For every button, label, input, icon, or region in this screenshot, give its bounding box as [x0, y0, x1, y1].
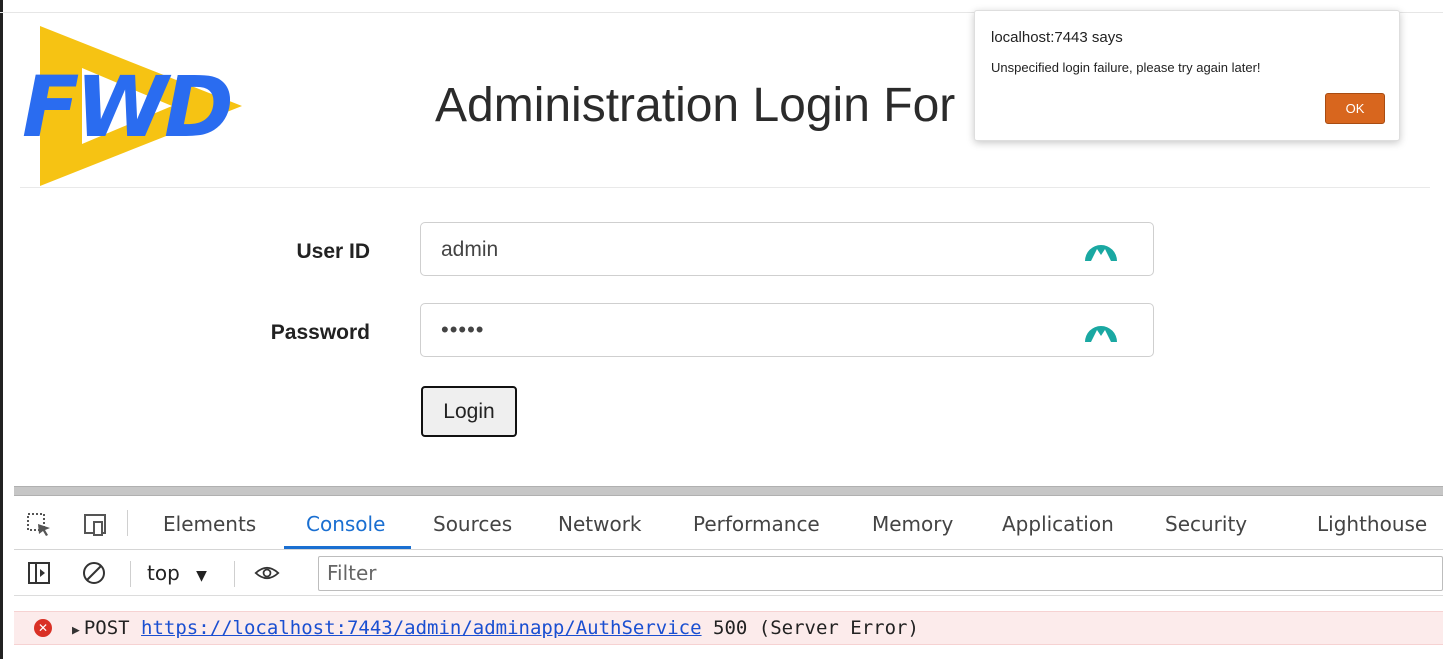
logo-text: FWD — [22, 58, 231, 156]
header-divider — [20, 187, 1430, 188]
dropdown-arrow-icon: ▼ — [196, 568, 207, 584]
toolbar-separator — [130, 561, 131, 587]
tab-application[interactable]: Application — [1002, 512, 1114, 536]
tab-performance[interactable]: Performance — [693, 512, 820, 536]
userid-field[interactable]: admin — [420, 222, 1154, 276]
expand-triangle-icon[interactable]: ▶ — [72, 623, 80, 638]
context-value: top — [147, 561, 180, 585]
console-filter-input[interactable]: Filter — [318, 556, 1443, 591]
page-title: Administration Login For — [435, 79, 956, 132]
fwd-logo: FWD — [22, 26, 242, 186]
context-selector[interactable]: top ▼ — [147, 561, 207, 585]
live-expression-eye-icon[interactable] — [254, 560, 280, 586]
alert-title: localhost:7443 says — [991, 29, 1123, 46]
console-error-row: ✕ ▶ POST https://localhost:7443/admin/adm… — [14, 611, 1443, 645]
userid-label: User ID — [296, 240, 370, 263]
error-message: ▶ POST https://localhost:7443/admin/admin… — [72, 617, 919, 639]
tab-elements[interactable]: Elements — [163, 512, 256, 536]
devtools-tabbar: Elements Console Sources Network Perform… — [14, 496, 1443, 550]
tab-separator — [127, 510, 128, 536]
tab-sources[interactable]: Sources — [433, 512, 512, 536]
tab-memory[interactable]: Memory — [872, 512, 953, 536]
error-icon: ✕ — [34, 619, 52, 637]
tab-console[interactable]: Console — [306, 512, 385, 536]
extension-mountain-icon[interactable] — [1085, 235, 1117, 263]
alert-message: Unspecified login failure, please try ag… — [991, 60, 1261, 75]
devtools-panel: Elements Console Sources Network Perform… — [14, 496, 1443, 659]
alert-dialog: localhost:7443 says Unspecified login fa… — [974, 10, 1400, 141]
tab-security[interactable]: Security — [1165, 512, 1247, 536]
clear-console-icon[interactable] — [81, 560, 107, 586]
window-left-border — [0, 0, 3, 659]
response-status: 500 (Server Error) — [713, 617, 919, 639]
devtools-resize-handle[interactable] — [14, 486, 1443, 496]
alert-ok-button[interactable]: OK — [1325, 93, 1385, 124]
tab-lighthouse[interactable]: Lighthouse — [1317, 512, 1427, 536]
request-url-link[interactable]: https://localhost:7443/admin/adminapp/Au… — [141, 617, 702, 639]
login-button[interactable]: Login — [421, 386, 517, 437]
password-label: Password — [270, 321, 370, 344]
password-value: ••••• — [441, 317, 485, 342]
request-method: POST — [83, 617, 130, 639]
console-toolbar: top ▼ Filter — [14, 551, 1443, 596]
userid-value: admin — [441, 238, 499, 261]
sidebar-toggle-icon[interactable] — [26, 560, 52, 586]
inspect-element-icon[interactable] — [26, 512, 52, 538]
active-tab-indicator — [284, 546, 411, 549]
filter-placeholder: Filter — [327, 561, 377, 585]
extension-mountain-icon[interactable] — [1085, 316, 1117, 344]
toolbar-separator — [234, 561, 235, 587]
device-toggle-icon[interactable] — [82, 512, 108, 538]
password-field[interactable]: ••••• — [420, 303, 1154, 357]
tab-network[interactable]: Network — [558, 512, 642, 536]
